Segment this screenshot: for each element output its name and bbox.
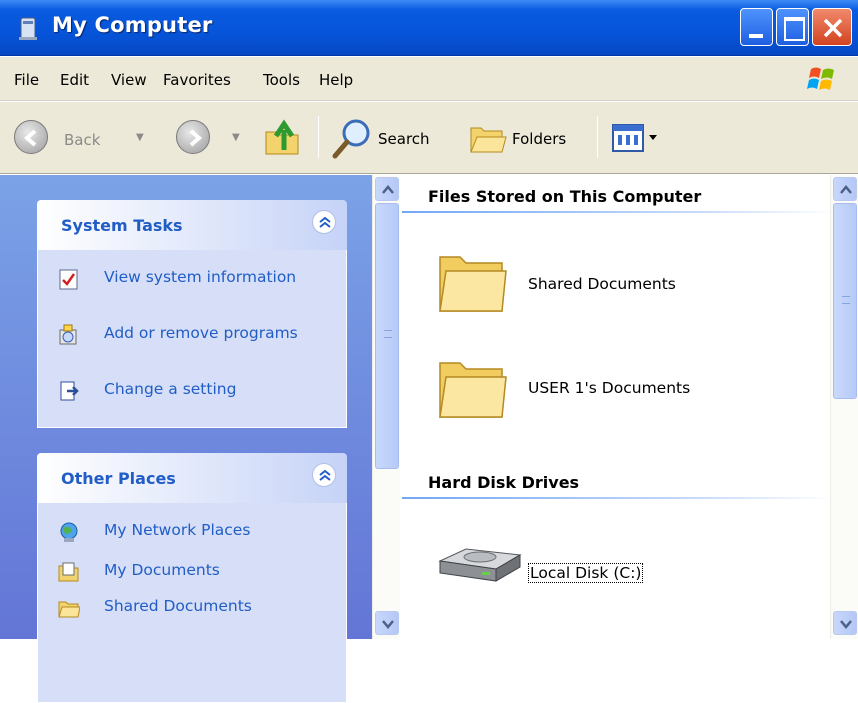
folders-label: Folders: [512, 130, 567, 148]
toolbar: Back ▼ ▼ Search Folders: [0, 102, 858, 174]
my-computer-icon: [19, 17, 37, 40]
group-divider: [402, 211, 834, 213]
folder-icon: [439, 362, 507, 418]
back-label[interactable]: Back: [64, 131, 100, 149]
up-folder-button[interactable]: [262, 116, 306, 164]
scroll-up-icon[interactable]: [833, 177, 857, 201]
group-header-files-stored: Files Stored on This Computer: [428, 187, 702, 206]
hard-disk-icon: [438, 548, 522, 582]
maximize-button[interactable]: [776, 8, 809, 46]
search-label: Search: [378, 130, 430, 148]
menu-favorites[interactable]: Favorites: [163, 71, 231, 89]
views-icon: [612, 124, 657, 152]
collapse-chevron-icon[interactable]: [312, 210, 336, 234]
folder-icon: [439, 256, 507, 312]
item-label: USER 1's Documents: [528, 379, 691, 397]
my-documents-icon: [58, 562, 79, 582]
task-pane-scrollbar[interactable]: [372, 175, 400, 639]
toolbar-separator: [597, 116, 598, 158]
menu-edit[interactable]: Edit: [60, 71, 89, 89]
back-button[interactable]: [14, 120, 48, 154]
item-label: Local Disk (C:): [528, 563, 644, 583]
system-tasks-title: System Tasks: [61, 216, 183, 235]
other-places-title: Other Places: [61, 469, 176, 488]
up-folder-icon: [265, 119, 299, 155]
system-tasks-panel: System Tasks View system information Add…: [37, 200, 347, 428]
back-dropdown-icon[interactable]: ▼: [136, 132, 144, 143]
window-title: My Computer: [52, 13, 213, 37]
content-scrollbar[interactable]: [830, 175, 858, 639]
folder-icon: [58, 601, 80, 618]
add-remove-programs-icon: [59, 324, 77, 345]
system-tasks-header[interactable]: System Tasks: [37, 200, 347, 250]
close-button[interactable]: [812, 8, 852, 46]
windows-logo-icon: [807, 67, 834, 90]
search-icon: [332, 119, 370, 159]
other-places-panel: Other Places My Network Places My Docume…: [37, 453, 347, 703]
close-icon: [823, 18, 843, 38]
menu-help[interactable]: Help: [319, 71, 353, 89]
menu-tools[interactable]: Tools: [263, 71, 300, 89]
task-label: Change a setting: [104, 380, 237, 398]
views-button[interactable]: [612, 124, 664, 156]
other-places-header[interactable]: Other Places: [37, 453, 347, 503]
scroll-down-icon[interactable]: [833, 611, 857, 635]
scroll-grip-icon: [384, 330, 392, 338]
menu-file[interactable]: File: [14, 71, 39, 89]
scroll-up-icon[interactable]: [375, 177, 399, 201]
scroll-down-icon[interactable]: [375, 611, 399, 635]
network-places-icon: [60, 522, 78, 542]
forward-dropdown-icon[interactable]: ▼: [232, 132, 240, 143]
minimize-button[interactable]: [740, 8, 773, 46]
folders-icon: [470, 127, 507, 153]
task-label: Add or remove programs: [104, 324, 298, 342]
forward-button[interactable]: [176, 120, 210, 154]
menu-bar: File Edit View Favorites Tools Help: [0, 57, 858, 101]
toolbar-separator: [318, 116, 319, 158]
title-bar[interactable]: My Computer: [0, 0, 858, 56]
menu-view[interactable]: View: [111, 71, 147, 89]
task-label: View system information: [104, 268, 297, 286]
scroll-thumb[interactable]: [833, 203, 857, 399]
content-area[interactable]: Files Stored on This Computer Shared Doc…: [372, 175, 858, 639]
place-label: My Network Places: [104, 521, 251, 539]
collapse-chevron-icon[interactable]: [312, 463, 336, 487]
scroll-thumb[interactable]: [375, 203, 399, 469]
place-label: My Documents: [104, 561, 220, 579]
system-info-icon: [59, 269, 78, 290]
back-arrow-icon: [14, 120, 48, 154]
group-header-hard-disk-drives: Hard Disk Drives: [428, 473, 580, 492]
scroll-grip-icon: [842, 296, 850, 304]
place-label: Shared Documents: [104, 597, 252, 615]
control-panel-icon: [60, 381, 79, 401]
forward-arrow-icon: [176, 120, 210, 154]
group-divider: [402, 497, 834, 499]
item-label: Shared Documents: [528, 275, 676, 293]
